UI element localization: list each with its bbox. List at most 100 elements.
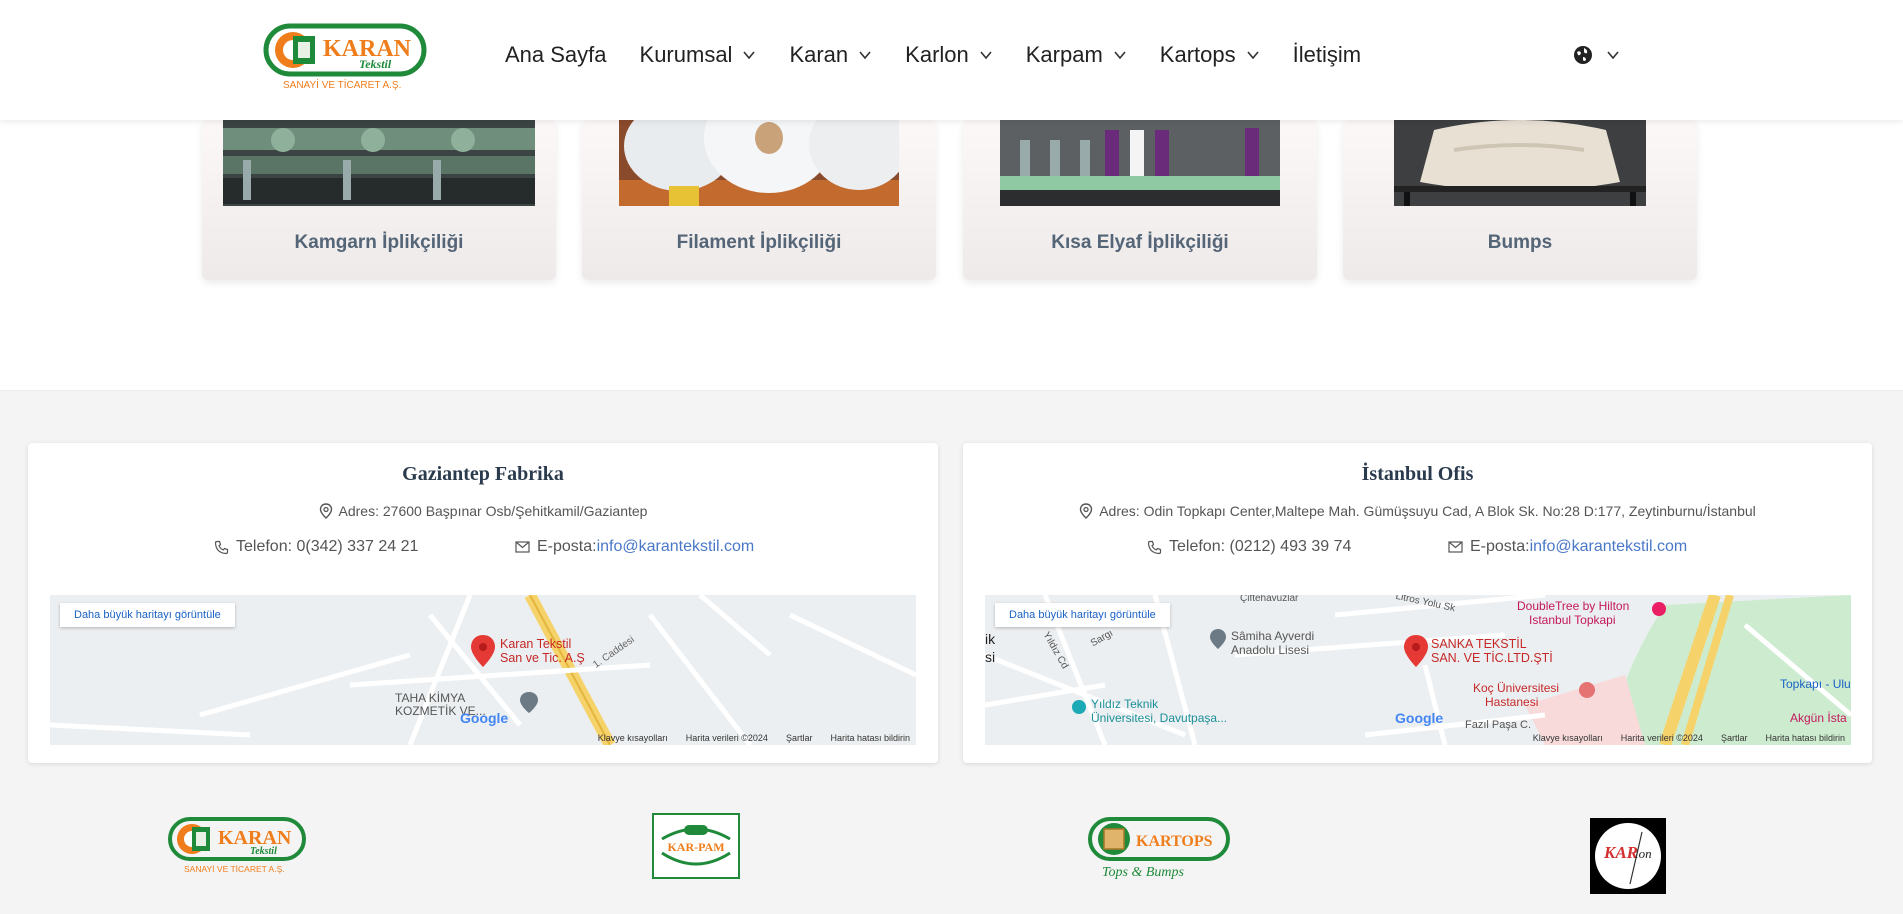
map-poi-label: Akgün İsta [1790, 711, 1847, 725]
map-embed-istanbul[interactable]: Daha büyük haritayı görüntüle SANKA TEKS… [985, 595, 1851, 745]
brand-name: KARTOPS [1136, 833, 1213, 850]
office-card-istanbul: İstanbul Ofis Adres: Odin Topkapı Center… [963, 443, 1872, 763]
product-image [223, 120, 535, 206]
nav-item-karpam[interactable]: Karpam [1026, 42, 1127, 68]
chevron-down-icon [1247, 51, 1259, 60]
product-image [619, 120, 899, 206]
google-logo: Google [460, 710, 509, 726]
location-pin-icon [1080, 503, 1093, 519]
brand-sub: Tops & Bumps [1102, 865, 1185, 880]
product-card[interactable]: Kamgarn İplikçiliği [202, 120, 556, 280]
brand-logo-kartops[interactable]: KARTOPS Tops & Bumps [1088, 816, 1232, 887]
main-nav: Ana Sayfa Kurumsal Karan Karlon Karpam K… [505, 42, 1394, 68]
hospital-marker-icon[interactable] [1579, 682, 1595, 698]
chevron-down-icon [1607, 51, 1619, 60]
map-pin-label: Karan Tekstil [500, 637, 572, 651]
map-pin-label: SANKA TEKSTİL [1431, 637, 1527, 651]
map-edge-label: si [985, 649, 996, 665]
nav-item-kartops[interactable]: Kartops [1160, 42, 1260, 68]
product-image [1394, 120, 1646, 206]
brand-sub: Tekstil [250, 846, 277, 857]
logo-sub: Tekstil [359, 57, 392, 71]
map-poi-label: Anadolu Lisesi [1231, 643, 1310, 657]
map-footer-link[interactable]: Klavye kısayolları [598, 733, 668, 743]
mail-icon [515, 541, 530, 553]
map-footer-text: Harita verileri ©2024 [685, 733, 768, 743]
brand-logo-karpam[interactable]: KAR-PAM [652, 813, 740, 884]
office-email: E-posta: info@karantekstil.com [515, 538, 754, 556]
office-email: E-posta: info@karantekstil.com [1448, 538, 1687, 556]
map-footer: Klavye kısayolları Harita verileri ©2024… [598, 733, 910, 743]
map-poi-label: Koç Üniversitesi [1473, 681, 1560, 695]
nav-item-kurumsal[interactable]: Kurumsal [640, 42, 757, 68]
map-street-label: Fazıl Paşa C. [1465, 719, 1532, 731]
map-footer-link[interactable]: Şartlar [1721, 733, 1748, 743]
office-phone[interactable]: Telefon: (0212) 493 39 74 [1147, 538, 1351, 556]
map-footer-link[interactable]: Harita hatası bildirin [1765, 733, 1845, 743]
product-card[interactable]: Bumps [1343, 120, 1697, 280]
map-footer: Klavye kısayolları Harita verileri ©2024… [1533, 733, 1845, 743]
map-poi-label: Topkapı - Ulu [1780, 677, 1851, 691]
map-larger-button[interactable]: Daha büyük haritayı görüntüle [995, 603, 1170, 627]
karan-logo[interactable]: KARAN Tekstil SANAYİ VE TİCARET A.Ş. [263, 22, 433, 94]
map-footer-link[interactable]: Harita hatası bildirin [830, 733, 910, 743]
nav-label: Kurumsal [639, 42, 733, 67]
product-title: Filament İplikçiliği [676, 232, 842, 253]
product-image [1000, 120, 1280, 206]
university-marker-icon[interactable] [1072, 700, 1086, 714]
map-street-label: Çiftehavuzlar [1240, 595, 1299, 604]
office-title: İstanbul Ofis [1361, 463, 1474, 485]
address-text: Adres: 27600 Başpınar Osb/Şehitkamil/Gaz… [338, 503, 648, 519]
product-title: Bumps [1487, 232, 1553, 253]
chevron-down-icon [980, 51, 992, 60]
hotel-marker-icon[interactable] [1652, 602, 1666, 616]
office-title: Gaziantep Fabrika [402, 463, 564, 485]
email-link[interactable]: info@karantekstil.com [1530, 538, 1688, 556]
map-footer-link[interactable]: Şartlar [786, 733, 813, 743]
nav-label: Karan [789, 42, 849, 67]
nav-label: İletişim [1292, 42, 1362, 67]
brand-tagline: SANAYİ VE TİCARET A.Ş. [184, 864, 285, 874]
email-link[interactable]: info@karantekstil.com [597, 538, 755, 556]
map-footer-text: Harita verileri ©2024 [1620, 733, 1703, 743]
phone-text: Telefon: (0212) 493 39 74 [1169, 538, 1352, 555]
site-header: KARAN Tekstil SANAYİ VE TİCARET A.Ş. Ana… [0, 0, 1903, 120]
nav-item-karlon[interactable]: Karlon [905, 42, 993, 68]
map-poi-label: Yıldız Teknik [1091, 697, 1159, 711]
brand-logo-karlon[interactable]: KAR lon [1590, 818, 1666, 899]
brand-name: KAR [1603, 843, 1638, 862]
brand-name: KAR-PAM [667, 840, 724, 854]
map-pin-label: San ve Tic. A.Ş [500, 651, 585, 665]
nav-label: Kartops [1159, 42, 1236, 67]
google-logo: Google [1395, 710, 1444, 726]
office-address: Adres: Odin Topkapı Center,Maltepe Mah. … [963, 503, 1872, 519]
nav-item-ana-sayfa[interactable]: Ana Sayfa [505, 42, 607, 68]
phone-text: Telefon: 0(342) 337 24 21 [236, 538, 419, 555]
product-card[interactable]: Kısa Elyaf İplikçiliği [963, 120, 1317, 280]
footer-section: Gaziantep Fabrika Adres: 27600 Başpınar … [0, 390, 1903, 914]
address-text: Adres: Odin Topkapı Center,Maltepe Mah. … [1099, 503, 1756, 519]
map-poi-label: DoubleTree by Hilton [1517, 599, 1630, 613]
brand-logo-karan[interactable]: KARAN Tekstil SANAYİ VE TİCARET A.Ş. [168, 816, 312, 883]
office-phone[interactable]: Telefon: 0(342) 337 24 21 [214, 538, 418, 556]
map-pin-label: SAN. VE TİC.LTD.ŞTİ [1431, 651, 1553, 665]
chevron-down-icon [859, 51, 871, 60]
email-label: E-posta: [1470, 538, 1530, 555]
map-poi-label: TAHA KİMYA [395, 691, 466, 705]
map-poi-label: Istanbul Topkapi [1529, 613, 1616, 627]
nav-item-karan[interactable]: Karan [789, 42, 872, 68]
nav-item-iletisim[interactable]: İletişim [1293, 42, 1361, 68]
logo-tagline: SANAYİ VE TİCARET A.Ş. [283, 78, 401, 91]
language-switcher[interactable] [1572, 44, 1620, 66]
map-embed-gaziantep[interactable]: Daha büyük haritayı görüntüle Karan Teks… [50, 595, 916, 745]
chevron-down-icon [743, 51, 756, 60]
map-footer-link[interactable]: Klavye kısayolları [1533, 733, 1603, 743]
email-label: E-posta: [537, 538, 597, 555]
nav-label: Ana Sayfa [505, 42, 607, 67]
product-card[interactable]: Filament İplikçiliği [582, 120, 936, 280]
map-poi-label: Sâmiha Ayverdi [1231, 629, 1315, 643]
nav-label: Karlon [905, 42, 969, 67]
office-address: Adres: 27600 Başpınar Osb/Şehitkamil/Gaz… [28, 503, 938, 519]
map-larger-button[interactable]: Daha büyük haritayı görüntüle [60, 603, 235, 627]
globe-icon [1574, 46, 1592, 64]
